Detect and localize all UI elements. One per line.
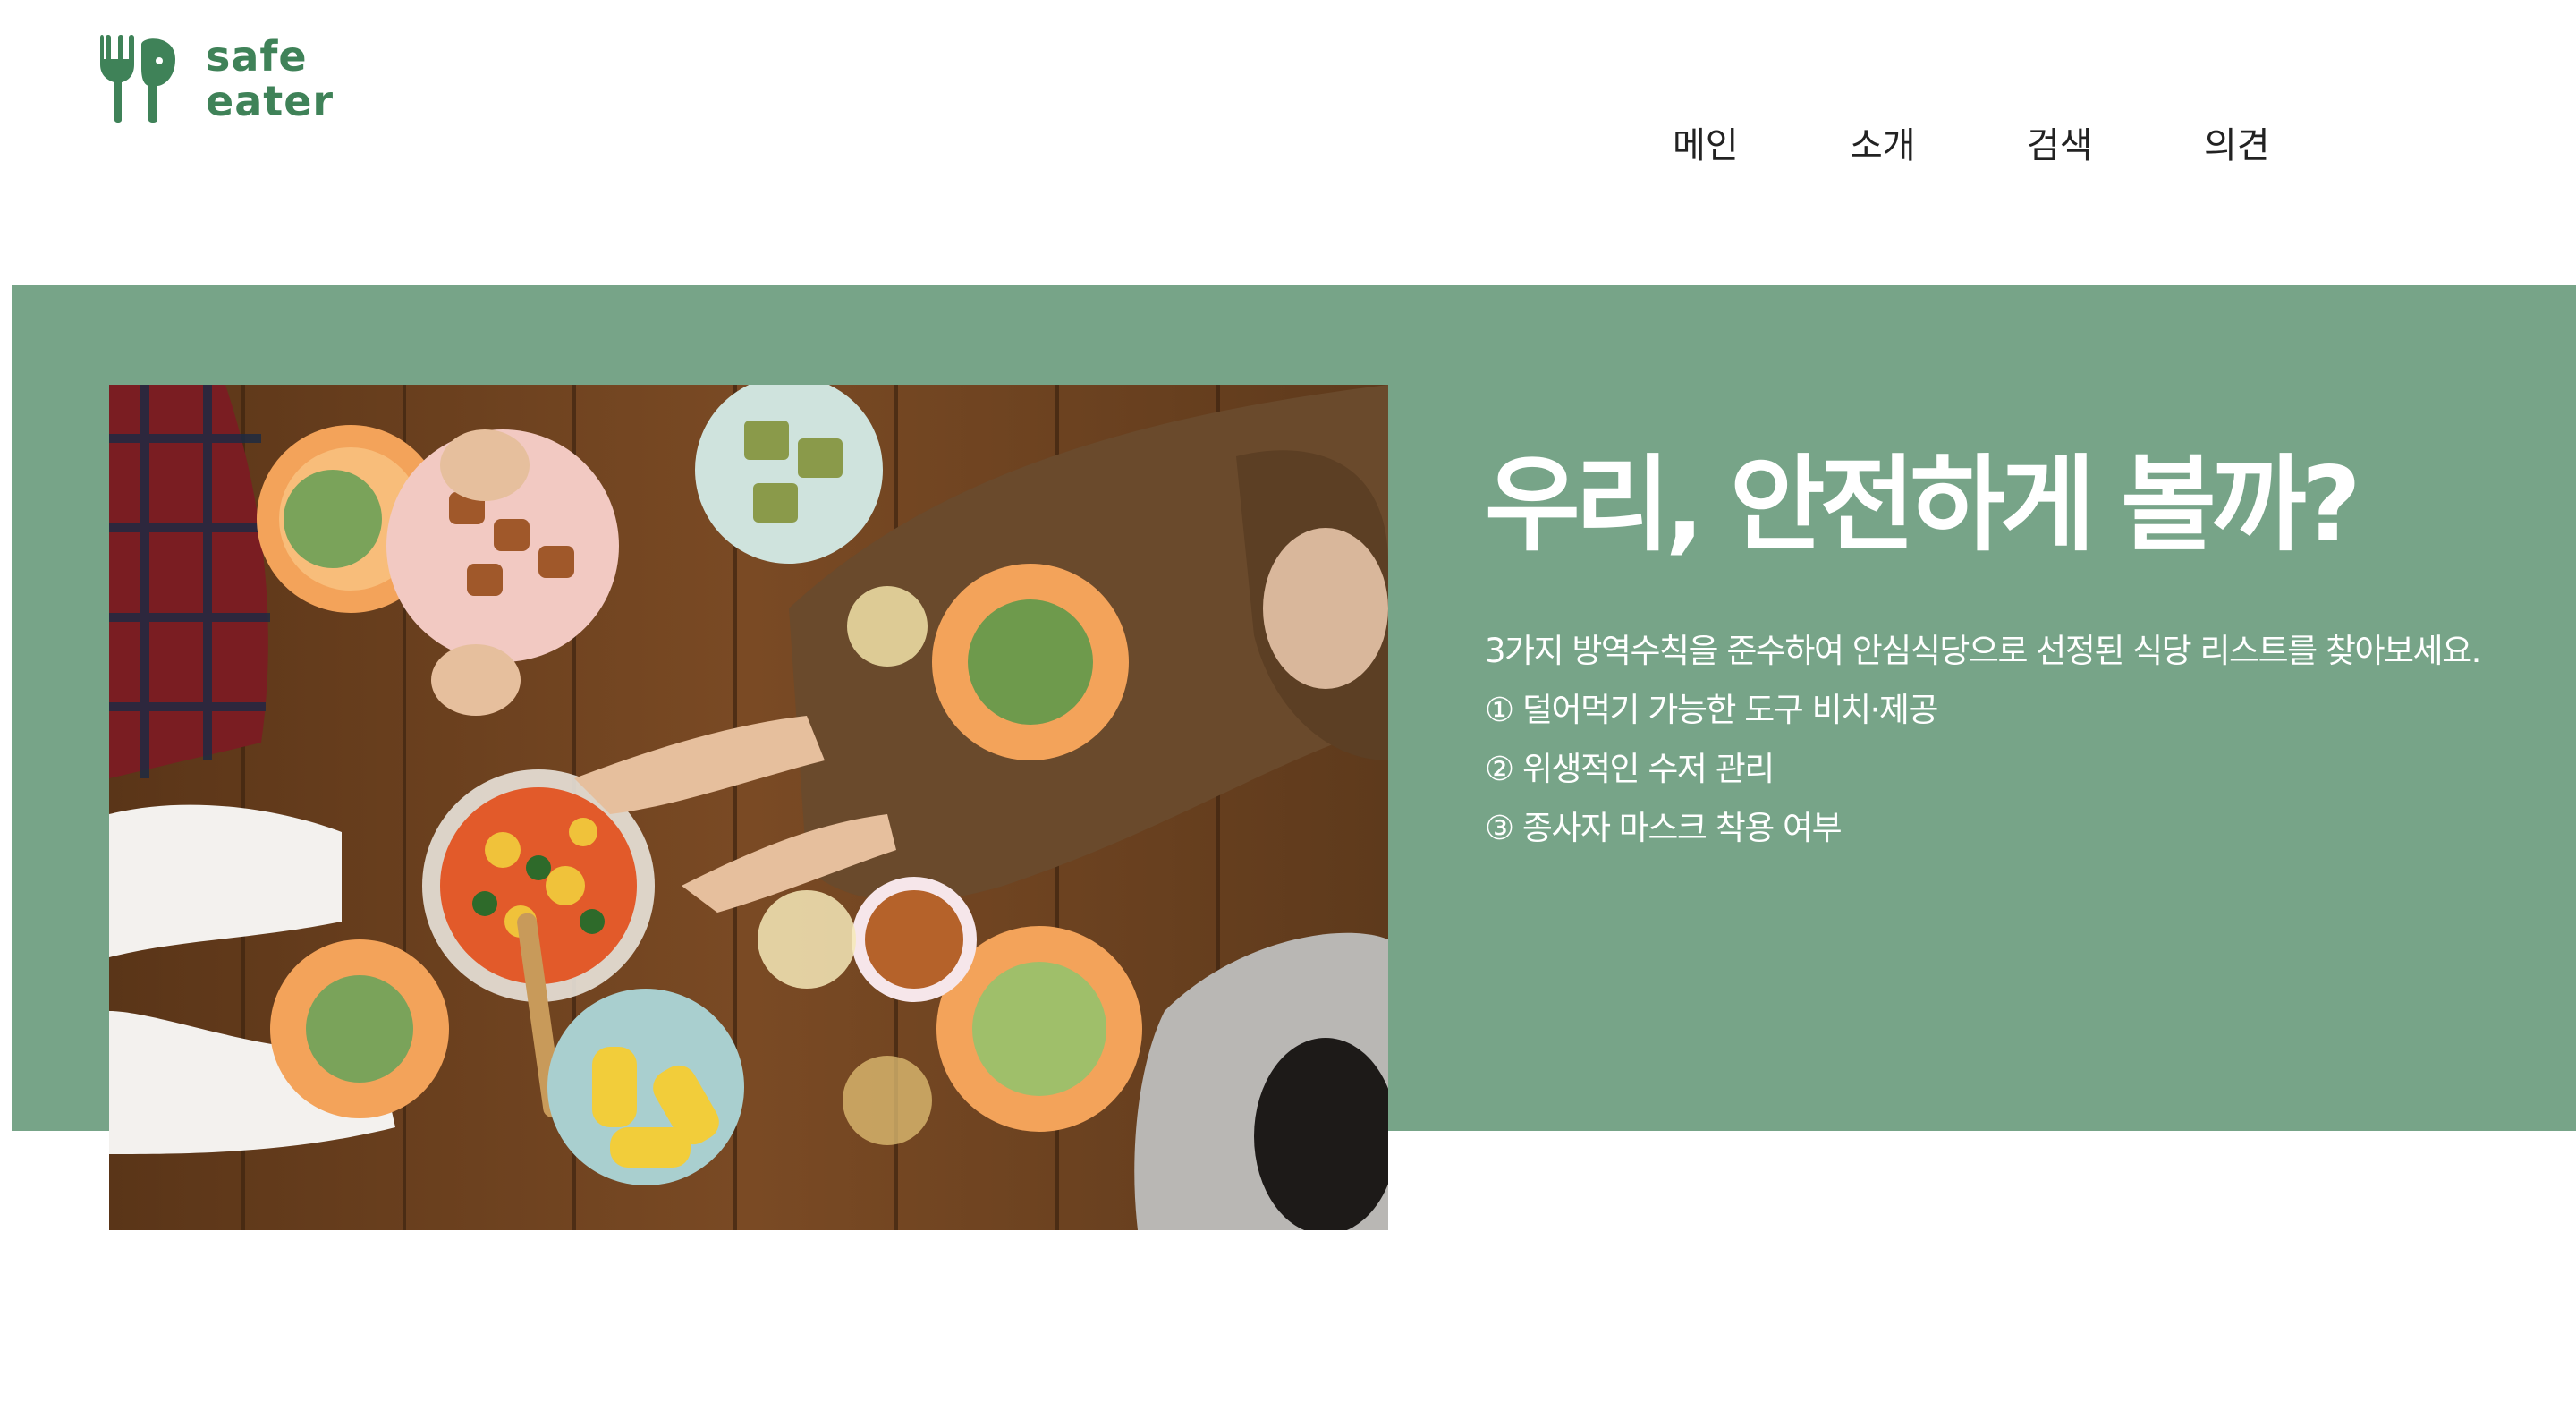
logo[interactable]: safe eater	[95, 32, 334, 125]
page: safe eater 메인 소개 검색 의견 우리, 안전하게 볼까? 3가지 …	[0, 0, 2576, 1402]
logo-line-2: eater	[206, 77, 335, 125]
logo-wordmark: safe eater	[206, 34, 334, 123]
logo-line-1: safe	[206, 32, 308, 81]
nav-item-about[interactable]: 소개	[1850, 116, 2027, 168]
hero-rule-3: ③ 종사자 마스크 착용 여부	[1485, 809, 1843, 847]
hero-description-line: 3가지 방역수칙을 준수하여 안심식당으로 선정된 식당 리스트를 찾아보세요.	[1485, 632, 2481, 670]
nav-item-search[interactable]: 검색	[2027, 116, 2204, 168]
hero-rule-1: ① 덜어먹기 가능한 도구 비치·제공	[1485, 691, 1939, 729]
hero-food-photo	[109, 385, 1388, 1230]
nav-item-feedback[interactable]: 의견	[2204, 116, 2381, 168]
spoon-fork-logo-icon	[100, 35, 175, 123]
nav-item-main[interactable]: 메인	[1673, 116, 1850, 168]
main-nav: 메인 소개 검색 의견	[1673, 116, 2381, 168]
hero-title: 우리, 안전하게 볼까?	[1485, 445, 2361, 565]
hero-content: 우리, 안전하게 볼까? 3가지 방역수칙을 준수하여 안심식당으로 선정된 식…	[1485, 443, 2558, 858]
hero-rule-2: ② 위생적인 수저 관리	[1485, 750, 1775, 788]
